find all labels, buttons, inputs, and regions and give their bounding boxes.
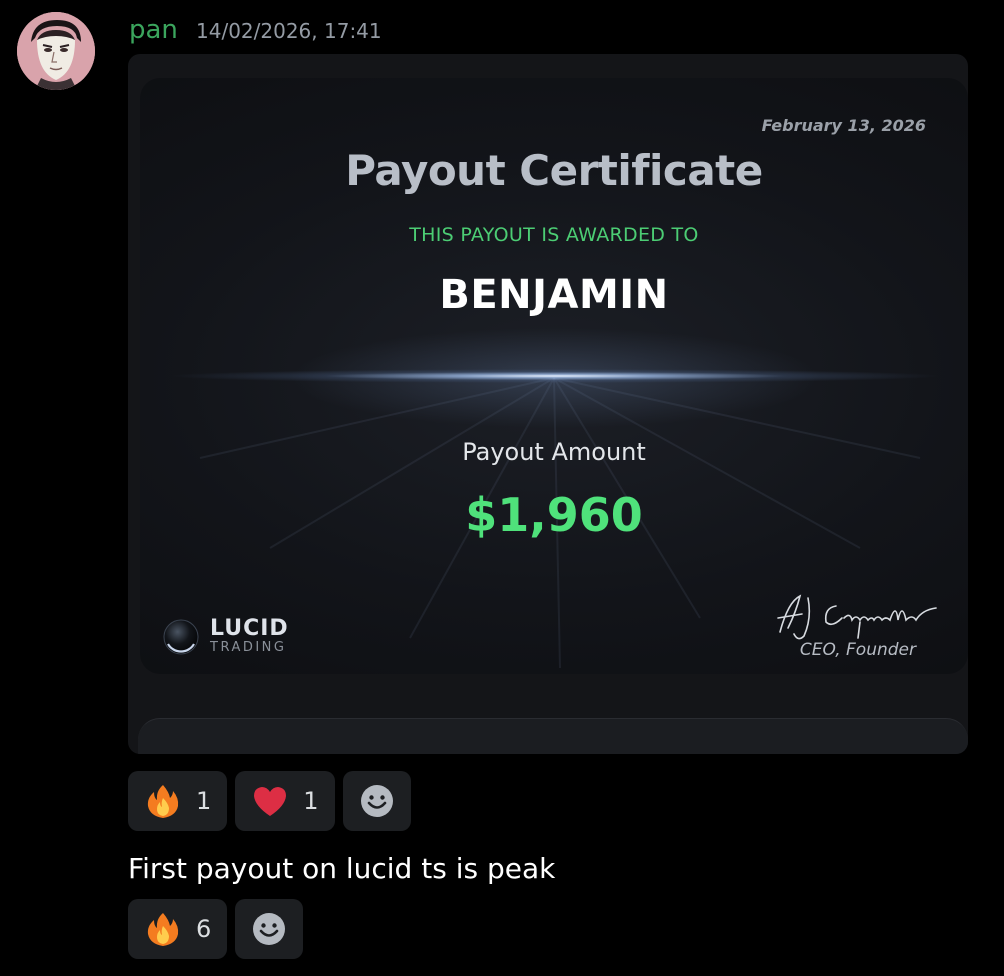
avatar-portrait-icon: [17, 12, 95, 90]
payout-certificate: February 13, 2026 Payout Certificate THI…: [140, 78, 968, 674]
image-attachment[interactable]: February 13, 2026 Payout Certificate THI…: [128, 54, 968, 754]
message-reactions: 6: [128, 899, 304, 959]
smiley-add-icon: [253, 913, 286, 945]
signature-image: [777, 594, 937, 640]
reaction-count: 6: [196, 915, 212, 943]
logo-name: LUCID: [210, 616, 289, 641]
add-reaction-button[interactable]: [235, 899, 304, 959]
username[interactable]: pan: [129, 14, 178, 46]
reaction-count: 1: [303, 787, 319, 815]
heart-emoji-icon: [254, 787, 287, 816]
signatory-title: CEO, Founder: [799, 640, 916, 660]
message-content: First payout on lucid ts is peak: [128, 852, 556, 885]
payout-amount: $1,960: [465, 488, 643, 542]
certificate-date: February 13, 2026: [761, 116, 926, 135]
smiley-add-icon: [360, 785, 393, 817]
add-reaction-button[interactable]: [342, 771, 411, 831]
reaction-fire[interactable]: 6: [128, 899, 228, 959]
reaction-count: 1: [196, 787, 212, 815]
reaction-fire[interactable]: 1: [128, 771, 228, 831]
awarded-to-label: THIS PAYOUT IS AWARDED TO: [409, 224, 699, 246]
glow-divider: [170, 369, 940, 383]
orb-logo-icon: [163, 619, 199, 655]
message-timestamp: 14/02/2026, 17:41: [196, 19, 382, 43]
payout-amount-label: Payout Amount: [462, 438, 646, 466]
lucid-trading-logo: LUCID TRADING: [162, 618, 289, 656]
logo-subtitle: TRADING: [210, 640, 287, 655]
chat-message: pan 14/02/2026, 17:41 February 13, 2026 …: [0, 0, 1004, 976]
reaction-heart[interactable]: 1: [235, 771, 335, 831]
attachment-reactions: 1 1: [128, 771, 411, 831]
recipient-name: BENJAMIN: [439, 272, 669, 318]
fire-emoji-icon: [147, 913, 179, 946]
attachment-bottom-edge: [138, 718, 968, 754]
certificate-title: Payout Certificate: [345, 146, 763, 195]
fire-emoji-icon: [147, 785, 179, 818]
user-avatar[interactable]: [17, 12, 95, 90]
